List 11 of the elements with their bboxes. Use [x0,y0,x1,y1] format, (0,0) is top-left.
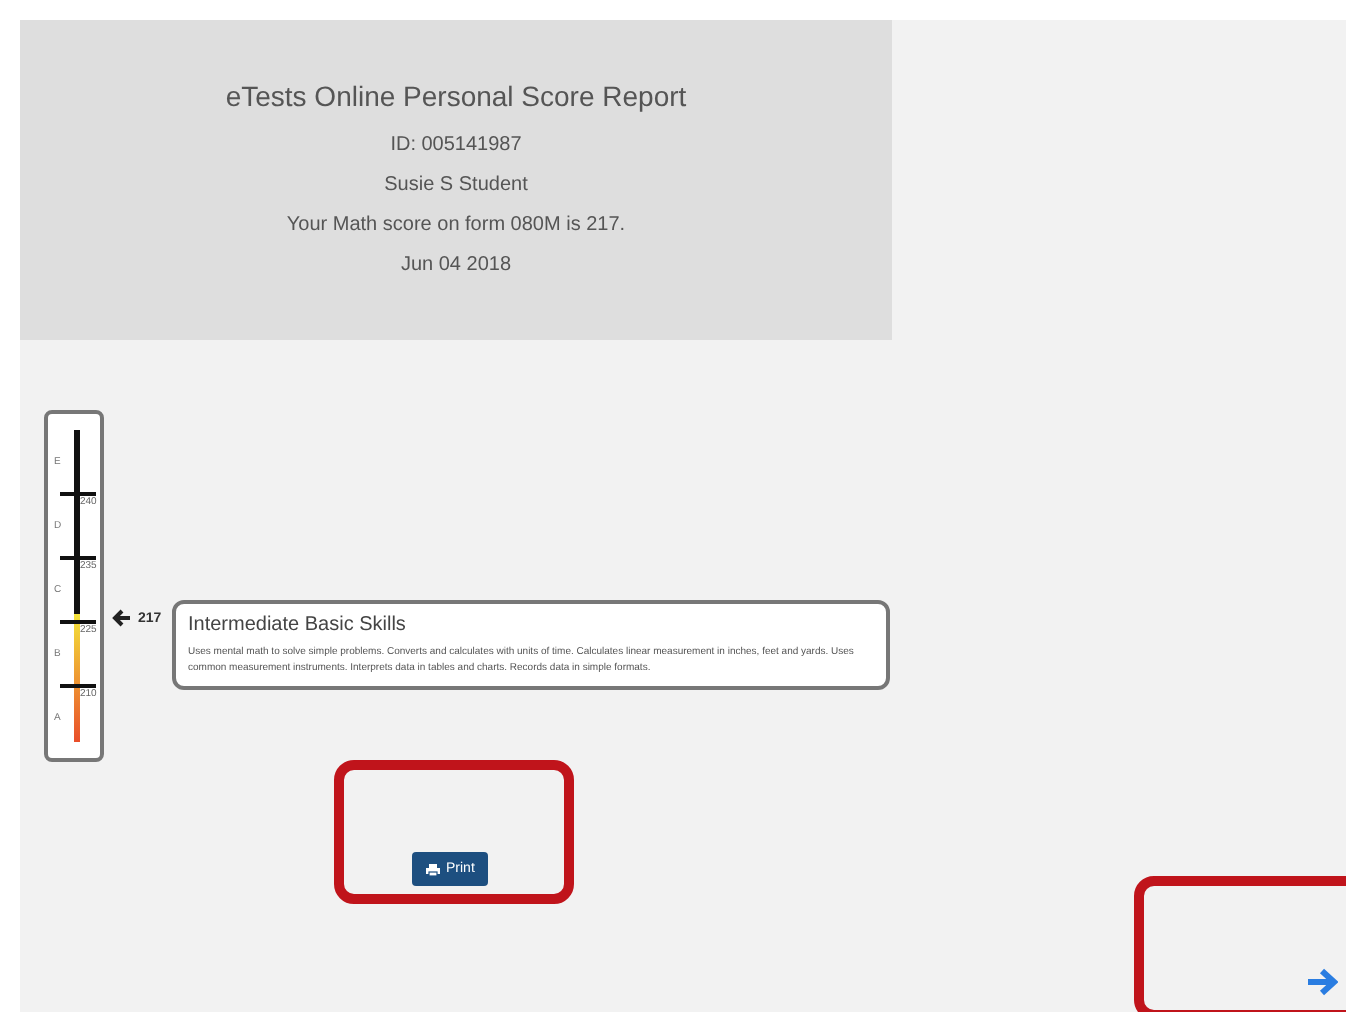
report-info-line: Jun 04 2018 [400,254,512,276]
report-title: eTests Online Personal Score Report [225,80,687,112]
arrow-right-icon[interactable] [1306,968,1338,996]
report-info-line: ID: 005141987 [390,134,522,156]
arrow-left-icon [112,608,132,629]
report-info-line: Your Math score on form 080M is 217. [286,214,626,236]
report-info-line: Susie S Student [384,174,528,196]
printer-icon [426,863,440,875]
scale-tick [60,684,96,688]
scale-tick [60,620,96,624]
skill-title: Intermediate Basic Skills [188,614,408,636]
